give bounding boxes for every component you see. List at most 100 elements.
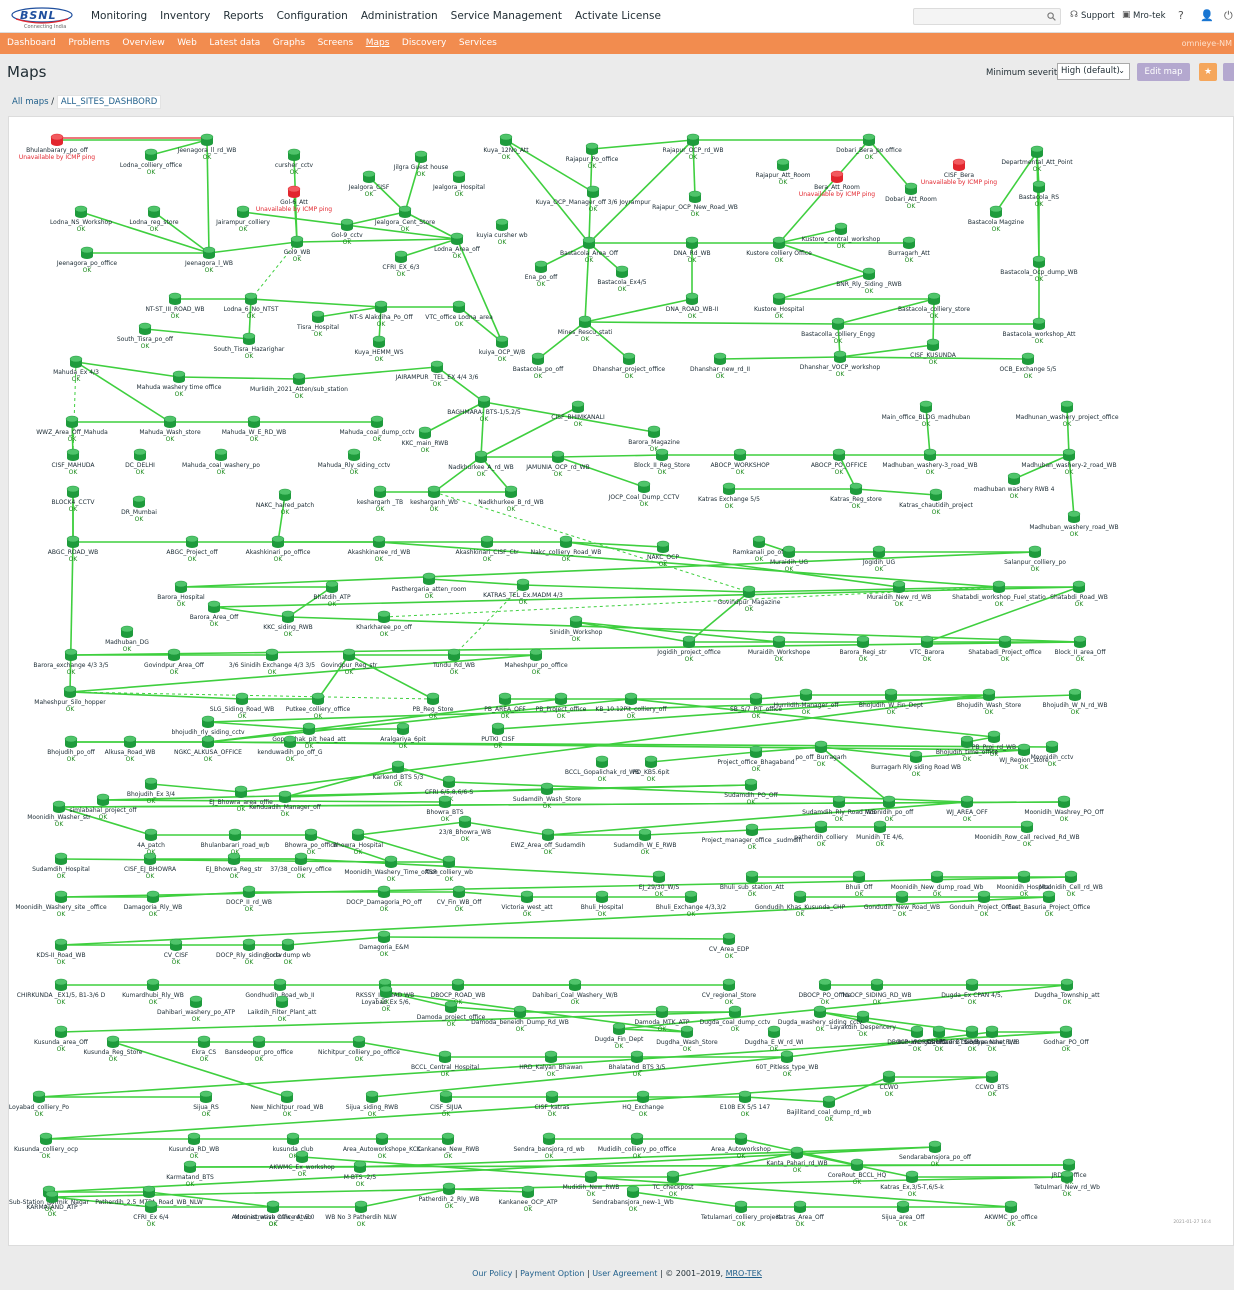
map-node[interactable]: Sudamdih_W_E_RWBOK <box>614 828 677 856</box>
map-node[interactable]: Bhuli_sub_station_AttOK <box>720 870 785 898</box>
map-node[interactable]: Main_office_BLDG_madhubanOK <box>882 400 971 428</box>
map-node[interactable]: Block_II_Reg_StoreOK <box>634 448 690 476</box>
payment-option-link[interactable]: Payment Option <box>520 1269 584 1278</box>
map-node[interactable]: Mudidih_New_RWBOK <box>563 1170 620 1198</box>
map-node[interactable]: BLOCK4_CCTVOK <box>51 485 95 513</box>
map-node[interactable]: Dobari_Att_RoomOK <box>885 182 937 210</box>
map-node[interactable]: Kustore_HospitalOK <box>754 292 804 320</box>
map-node[interactable]: Katras Exchange 5/5OK <box>698 482 760 510</box>
map-node[interactable]: Kharkharee_po_offOK <box>356 610 413 638</box>
map-node[interactable]: Dahibari_washery_po_ATPOK <box>157 995 235 1023</box>
map-node[interactable]: BCCL_Central_HospitalOK <box>411 1050 479 1078</box>
submenu-graphs[interactable]: Graphs <box>273 38 305 48</box>
map-node[interactable]: Dahibari_Coal_Washery_W/BOK <box>532 978 618 1006</box>
map-node[interactable]: Departmental_Att_PointOK <box>1001 145 1073 173</box>
map-node[interactable]: Kumardhubi_Rly_WBOK <box>122 978 184 1006</box>
map-node[interactable]: DOCP_II_rd_WBOK <box>226 885 272 913</box>
map-node[interactable]: kuyia cursher wbOK <box>476 218 528 246</box>
map-node[interactable]: Bhojudih_po_offOK <box>47 735 96 763</box>
support-link[interactable]: Support <box>1081 11 1115 21</box>
map-node[interactable]: Kusunda_area_OffOK <box>34 1025 89 1053</box>
map-node[interactable]: Mahuda_coal_dump_cctvOK <box>339 415 415 443</box>
map-node[interactable]: Jogidih_project_officeOK <box>656 635 721 663</box>
map-node[interactable]: Bastacola_Area_OffOK <box>560 236 619 264</box>
map-node[interactable]: DNA_Rd_WBOK <box>673 236 711 264</box>
map-node[interactable]: Moonidih_Row_call_recived_Rd_WBOK <box>974 820 1080 848</box>
map-node[interactable]: Sinidih_WorkshopOK <box>550 615 603 643</box>
mro-tek-footer-link[interactable]: MRO-TEK <box>726 1269 762 1278</box>
map-node[interactable]: Bastacola_Ocp_dump_WBOK <box>1000 255 1078 283</box>
map-node[interactable]: Katras_Reg_storeOK <box>830 482 882 510</box>
map-node[interactable]: Lodna_colliery_officeOK <box>120 148 183 176</box>
breadcrumb-current-map[interactable]: ALL_SITES_DASHBORD <box>56 95 162 109</box>
map-node[interactable]: Moonidih_Washery_Time_officeOK <box>344 855 438 883</box>
map-node[interactable]: Bastacola_Ex4/5OK <box>597 265 647 293</box>
mro-tek-link[interactable]: Mro-tek <box>1133 11 1166 21</box>
map-node[interactable]: Bhuli_OffOK <box>846 870 874 898</box>
question-icon[interactable]: ? <box>1178 9 1184 22</box>
map-node[interactable]: 37/38_colliery_officeOK <box>270 852 332 880</box>
bsnl-logo[interactable]: BSNL Connecting India <box>10 5 74 30</box>
map-node[interactable]: Mahuda_coal_washery_poOK <box>182 448 260 476</box>
map-node[interactable]: EJ_Bhowra_Reg_strOK <box>206 852 263 880</box>
map-node[interactable]: Muraidih_New_rd_WBOK <box>867 580 931 608</box>
map-node[interactable]: Area_Autoworkshope_KCCOK <box>343 1132 421 1160</box>
map-node[interactable]: Jealgora_CISFOK <box>348 170 390 198</box>
map-node[interactable]: South_Tisra_po_offOK <box>117 322 174 350</box>
map-node[interactable]: ABGC_Project_offOK <box>166 535 219 563</box>
map-node[interactable]: ABOCP_PO_OFFICEOK <box>811 448 868 476</box>
breadcrumb-all-maps[interactable]: All maps <box>12 97 49 107</box>
submenu-services[interactable]: Services <box>459 38 497 48</box>
map-node[interactable]: Laikdih_Filter_Plant_attOK <box>248 995 317 1023</box>
map-node[interactable]: Moonidih_Washery_site _officeOK <box>15 890 107 918</box>
submenu-discovery[interactable]: Discovery <box>402 38 446 48</box>
map-node[interactable]: Jilgra Guest houseOK <box>393 150 449 178</box>
map-node[interactable]: Lodna_6_No_NTSTOK <box>224 292 279 320</box>
menu-monitoring[interactable]: Monitoring <box>91 10 147 22</box>
map-node[interactable]: NAKC_haired_patchOK <box>256 488 315 516</box>
map-node[interactable]: Kankanee_New_RWBOK <box>417 1132 480 1160</box>
map-node[interactable]: Nakc_colliery_Road_WBOK <box>531 535 602 563</box>
map-node[interactable]: Dugda_Ex CPAN 4/5,OK <box>941 978 1003 1006</box>
map-node[interactable]: Akashkinari_po_officeOK <box>246 535 311 563</box>
map-node[interactable]: Bhojudih_Wash_StoreOK <box>957 688 1022 716</box>
map-node[interactable]: KARMATAND_ATPOK <box>26 1190 78 1218</box>
map-node[interactable]: WJ_AREA_OFFOK <box>946 795 988 823</box>
map-node[interactable]: Gol-6_AttUnavailable by ICMP ping <box>256 185 332 213</box>
map-node[interactable]: CISF_MAHUDAOK <box>51 448 95 476</box>
map-node[interactable]: Sendra_bansjora_rd_wbOK <box>513 1132 585 1160</box>
map-node[interactable]: Dugda_coal_dump_cctvOK <box>700 1005 771 1033</box>
favourite-star-button[interactable]: ★ <box>1199 63 1217 81</box>
map-node[interactable]: Barora_Area_OffOK <box>190 600 239 628</box>
map-node[interactable]: Jeenagora_po_officeOK <box>56 246 118 274</box>
map-node[interactable]: HRD_Kalyan_BhawanOK <box>519 1050 583 1078</box>
map-node[interactable]: Kankanee_OCP_ATPOK <box>499 1185 558 1213</box>
map-node[interactable]: Akashkinari_CISF_CtrOK <box>455 535 519 563</box>
map-node[interactable]: BAGHMARA- BTS-1/5,2/5OK <box>447 395 521 423</box>
map-node[interactable]: Kusunda_Reg_StoreOK <box>84 1035 143 1063</box>
map-node[interactable]: Kuya_12No_AttOK <box>483 133 529 161</box>
map-node[interactable]: Lodna_reg_storeOK <box>129 205 179 233</box>
map-node[interactable]: Bastacola_po_offOK <box>513 352 564 380</box>
map-node[interactable]: Jogidih_UGOK <box>862 545 896 573</box>
map-node[interactable]: Gondudih_Khas_Kusunda_CHPOK <box>755 890 846 918</box>
map-node[interactable]: Katras_Ex,3/5-T,6/5-kOK <box>880 1170 944 1198</box>
map-node[interactable]: cursher_cctvOK <box>275 148 314 176</box>
map-node[interactable]: Gol9_WBOK <box>284 235 311 263</box>
map-node[interactable]: Bhuli_HospitalOK <box>581 890 624 918</box>
map-node[interactable]: Hurriidih-Manager_offOK <box>773 688 839 716</box>
map-node[interactable]: BNR_Rly_Siding _RWBOK <box>836 267 902 295</box>
submenu-problems[interactable]: Problems <box>68 38 109 48</box>
user-agreement-link[interactable]: User Agreement <box>592 1269 657 1278</box>
submenu-overview[interactable]: Overview <box>122 38 164 48</box>
map-node[interactable]: Maheshpur_po_officeOK <box>504 648 568 676</box>
menu-activate-license[interactable]: Activate License <box>575 10 661 22</box>
map-node[interactable]: Dugdha_Township_attOK <box>1034 978 1100 1006</box>
map-node[interactable]: Lodna_NS_WorkshopOK <box>50 205 112 233</box>
map-node[interactable]: Mahuda_Ex 4/3OK <box>53 355 99 383</box>
map-node[interactable]: Kusunda_RD_WBOK <box>169 1132 220 1160</box>
map-node[interactable]: KDS-II_Road_WBOK <box>36 938 86 966</box>
headset-icon[interactable]: ☊ <box>1070 10 1078 20</box>
map-node[interactable]: Tetulamari_colliery_projectOK <box>700 1200 782 1228</box>
map-node[interactable]: Rajapur_OCP_rd_WBOK <box>663 133 724 161</box>
